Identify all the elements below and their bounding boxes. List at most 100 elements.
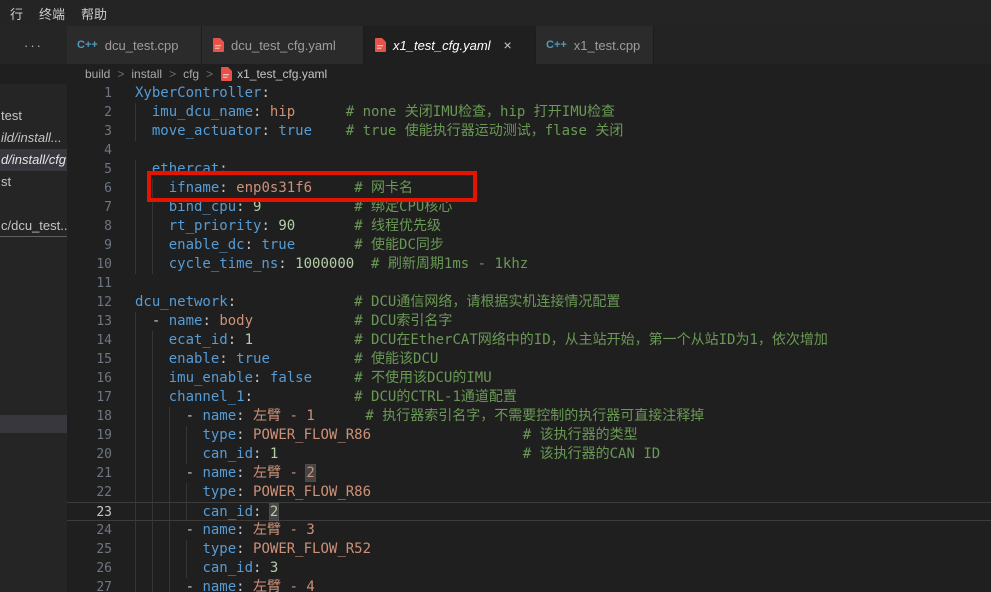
indent-guide <box>135 350 136 369</box>
code-line[interactable]: 23 can_id: 2 <box>67 502 991 521</box>
code-line[interactable]: 17 channel_1: # DCU的CTRL-1通道配置 <box>67 388 991 407</box>
indent-guide <box>135 160 136 179</box>
line-number[interactable]: 5 <box>67 160 112 179</box>
line-number[interactable]: 27 <box>67 578 112 592</box>
indent-guide <box>135 236 136 255</box>
line-number[interactable]: 7 <box>67 198 112 217</box>
code-line[interactable]: 5 ethercat: <box>67 160 991 179</box>
line-number[interactable]: 20 <box>67 445 112 464</box>
code-line[interactable]: 1XyberController: <box>67 84 991 103</box>
code-line[interactable]: 8 rt_priority: 90 # 线程优先级 <box>67 217 991 236</box>
code-line[interactable]: 26 can_id: 3 <box>67 559 991 578</box>
indent-guide <box>169 426 170 445</box>
code-token: - <box>186 408 194 424</box>
line-number[interactable]: 21 <box>67 464 112 483</box>
sidebar-item[interactable]: test <box>0 105 67 127</box>
sidebar-item[interactable]: c/dcu_test... <box>0 215 67 237</box>
code-line[interactable]: 9 enable_dc: true # 使能DC同步 <box>67 236 991 255</box>
line-number[interactable]: 19 <box>67 426 112 445</box>
code-token: # 使能该DCU <box>354 351 438 367</box>
menu-item-1[interactable]: 终端 <box>31 4 73 23</box>
code-line[interactable]: 27 - name: 左臂 - 4 <box>67 578 991 592</box>
code-line[interactable]: 12dcu_network: # DCU通信网络，请根据实机连接情况配置 <box>67 293 991 312</box>
code-line[interactable]: 10 cycle_time_ns: 1000000 # 刷新周期1ms - 1k… <box>67 255 991 274</box>
code-editor[interactable]: 1XyberController:2 imu_dcu_name: hip # n… <box>67 84 991 592</box>
line-number[interactable]: 17 <box>67 388 112 407</box>
line-number[interactable]: 15 <box>67 350 112 369</box>
code-token: # DCU通信网络，请根据实机连接情况配置 <box>354 294 620 310</box>
line-number[interactable]: 24 <box>67 521 112 540</box>
code-line[interactable]: 7 bind_cpu: 9 # 绑定CPU核心 <box>67 198 991 217</box>
code-line[interactable]: 13 - name: body # DCU索引名字 <box>67 312 991 331</box>
line-number[interactable]: 3 <box>67 122 112 141</box>
code-line[interactable]: 18 - name: 左臂 - 1 # 执行器索引名字，不需要控制的执行器可直接… <box>67 407 991 426</box>
code-line[interactable]: 19 type: POWER_FLOW_R86 # 该执行器的类型 <box>67 426 991 445</box>
line-number[interactable]: 12 <box>67 293 112 312</box>
code-token: - <box>186 465 194 481</box>
line-number[interactable]: 22 <box>67 483 112 502</box>
tab-dcu_test.cpp[interactable]: C++dcu_test.cpp <box>67 26 202 64</box>
indent-guide <box>135 217 136 236</box>
breadcrumb-file[interactable]: x1_test_cfg.yaml <box>220 67 327 81</box>
sidebar-item[interactable]: ild/install... <box>0 127 67 149</box>
code-line[interactable]: 11 <box>67 274 991 293</box>
breadcrumb-separator-icon: > <box>169 67 176 81</box>
code-line-text: ifname: enp0s31f6 # 网卡名 <box>135 179 991 198</box>
code-token: : <box>236 465 244 481</box>
code-line[interactable]: 3 move_actuator: true # true 使能执行器运动测试，f… <box>67 122 991 141</box>
breadcrumb-separator-icon: > <box>206 67 213 81</box>
code-line[interactable]: 25 type: POWER_FLOW_R52 <box>67 540 991 559</box>
line-number[interactable]: 16 <box>67 369 112 388</box>
code-token <box>261 370 269 386</box>
line-number[interactable]: 26 <box>67 559 112 578</box>
sidebar-item[interactable]: st <box>0 171 67 193</box>
breadcrumb-segment-cfg[interactable]: cfg <box>183 67 199 81</box>
menu-bar: 行终端帮助 <box>0 0 991 26</box>
code-line[interactable]: 22 type: POWER_FLOW_R86 <box>67 483 991 502</box>
code-token: move_actuator <box>152 123 262 139</box>
indent-guide <box>135 255 136 274</box>
code-line[interactable]: 15 enable: true # 使能该DCU <box>67 350 991 369</box>
sidebar-item[interactable]: d/install/cfg <box>0 149 67 171</box>
code-line[interactable]: 6 ifname: enp0s31f6 # 网卡名 <box>67 179 991 198</box>
code-token: 90 <box>278 218 295 234</box>
tab-close-icon[interactable]: × <box>504 37 512 53</box>
editor-more-actions-button[interactable]: ··· <box>0 26 67 64</box>
tab-x1_test.cpp[interactable]: C++x1_test.cpp <box>536 26 654 64</box>
code-line-text: imu_enable: false # 不使用该DCU的IMU <box>135 369 991 388</box>
menu-item-2[interactable]: 帮助 <box>73 4 115 23</box>
line-number[interactable]: 9 <box>67 236 112 255</box>
line-number[interactable]: 1 <box>67 84 112 103</box>
tab-dcu_test_cfg.yaml[interactable]: dcu_test_cfg.yaml <box>202 26 364 64</box>
code-line[interactable]: 16 imu_enable: false # 不使用该DCU的IMU <box>67 369 991 388</box>
line-number[interactable]: 8 <box>67 217 112 236</box>
tab-x1_test_cfg.yaml[interactable]: x1_test_cfg.yaml× <box>364 26 536 64</box>
line-number[interactable]: 2 <box>67 103 112 122</box>
line-number[interactable]: 13 <box>67 312 112 331</box>
code-line[interactable]: 20 can_id: 1 # 该执行器的CAN ID <box>67 445 991 464</box>
code-line[interactable]: 21 - name: 左臂 - 2 <box>67 464 991 483</box>
line-number[interactable]: 18 <box>67 407 112 426</box>
breadcrumb-segment-build[interactable]: build <box>85 67 110 81</box>
line-number[interactable]: 14 <box>67 331 112 350</box>
line-number[interactable]: 10 <box>67 255 112 274</box>
indent-guide <box>135 503 136 520</box>
tab-strip: ··· C++dcu_test.cpp dcu_test_cfg.yaml x1_t… <box>0 26 991 64</box>
line-number[interactable]: 6 <box>67 179 112 198</box>
indent-guide <box>169 464 170 483</box>
code-line[interactable]: 14 ecat_id: 1 # DCU在EtherCAT网络中的ID，从主站开始… <box>67 331 991 350</box>
line-number[interactable]: 11 <box>67 274 112 293</box>
breadcrumb-segment-install[interactable]: install <box>131 67 162 81</box>
tab-label: dcu_test_cfg.yaml <box>231 38 336 53</box>
code-token: can_id <box>202 504 253 520</box>
code-line[interactable]: 2 imu_dcu_name: hip # none 关闭IMU检查，hip 打… <box>67 103 991 122</box>
code-token: : <box>236 484 244 500</box>
code-line[interactable]: 24 - name: 左臂 - 3 <box>67 521 991 540</box>
menu-item-0[interactable]: 行 <box>2 4 31 23</box>
code-line[interactable]: 4 <box>67 141 991 160</box>
line-number[interactable]: 4 <box>67 141 112 160</box>
sidebar-item[interactable] <box>0 415 67 433</box>
line-number[interactable]: 23 <box>67 503 112 520</box>
indent-guide <box>186 426 187 445</box>
line-number[interactable]: 25 <box>67 540 112 559</box>
